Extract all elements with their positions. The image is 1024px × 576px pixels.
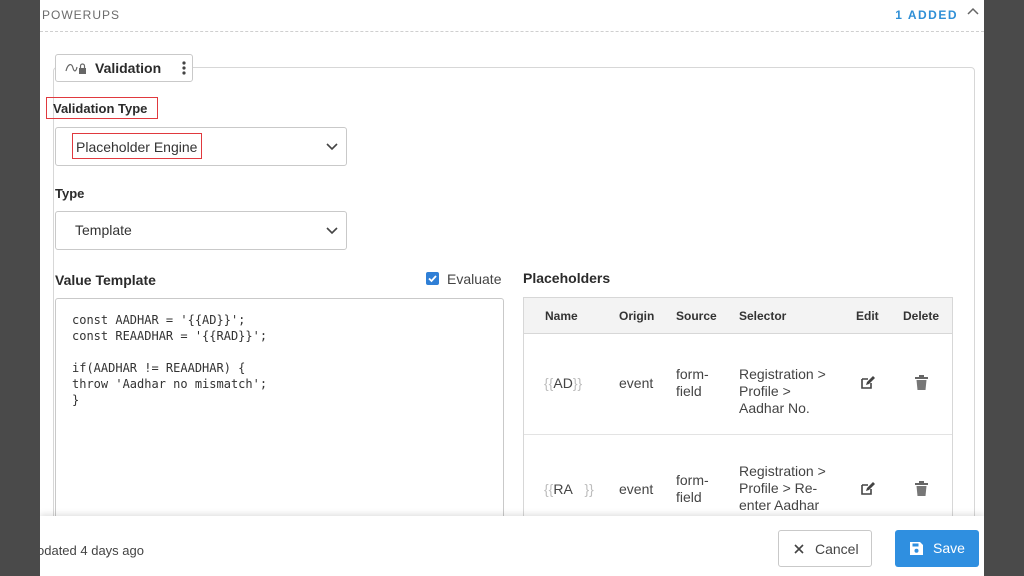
- trash-icon[interactable]: [915, 481, 928, 496]
- value-template-label: Value Template: [55, 272, 156, 288]
- code-line: }: [72, 393, 80, 407]
- placeholder-source: form-field: [676, 366, 709, 399]
- type-value: Template: [75, 222, 132, 238]
- column-name: Name: [545, 309, 578, 323]
- footer-bar: odated 4 days ago Cancel Save: [40, 516, 984, 576]
- table-row: {{AD}} event form-field Registration > Pr…: [524, 334, 952, 435]
- validation-type-select[interactable]: Placeholder Engine: [55, 127, 347, 166]
- edit-icon[interactable]: [860, 481, 875, 496]
- placeholder-name: {{RA }}: [544, 481, 594, 497]
- code-line: const REAADHAR = '{{RAD}}';: [72, 329, 268, 343]
- placeholders-table: Name Origin Source Selector Edit Delete …: [523, 297, 953, 549]
- validation-type-value: Placeholder Engine: [72, 133, 203, 159]
- placeholder-name: {{AD}}: [544, 375, 583, 391]
- code-line: const AADHAR = '{{AD}}';: [72, 313, 246, 327]
- updated-timestamp: odated 4 days ago: [40, 543, 144, 558]
- added-count: 1 ADDED: [895, 8, 958, 22]
- placeholder-selector: Registration > Profile > Re-enter Aadhar: [739, 463, 826, 513]
- cancel-label: Cancel: [815, 541, 859, 557]
- validation-chip[interactable]: Validation: [55, 54, 193, 82]
- chevron-down-icon: [326, 143, 338, 151]
- cancel-button[interactable]: Cancel: [778, 530, 872, 567]
- save-button[interactable]: Save: [895, 530, 979, 567]
- placeholders-title: Placeholders: [523, 270, 611, 286]
- validation-chip-title: Validation: [95, 60, 162, 76]
- powerups-title: POWERUPS: [42, 8, 121, 22]
- type-label: Type: [55, 186, 85, 201]
- column-selector: Selector: [739, 309, 787, 323]
- placeholder-source: form-field: [676, 472, 709, 505]
- trash-icon[interactable]: [915, 375, 928, 390]
- value-template-editor[interactable]: const AADHAR = '{{AD}}'; const REAADHAR …: [55, 298, 504, 540]
- placeholder-selector: Registration > Profile > Aadhar No.: [739, 366, 826, 416]
- edit-icon[interactable]: [860, 375, 875, 390]
- powerups-panel: POWERUPS 1 ADDED Validation Validation T…: [40, 0, 984, 576]
- evaluate-label: Evaluate: [447, 271, 502, 287]
- chevron-down-icon: [326, 227, 338, 235]
- chevron-up-icon[interactable]: [966, 5, 980, 19]
- code-line: throw 'Aadhar no mismatch';: [72, 377, 268, 391]
- column-source: Source: [676, 309, 717, 323]
- validation-lock-icon: [65, 63, 86, 74]
- code-line: if(AADHAR != REAADHAR) {: [72, 361, 246, 375]
- check-icon: [428, 275, 437, 283]
- type-select[interactable]: Template: [55, 211, 347, 250]
- validation-type-label: Validation Type: [46, 97, 158, 119]
- save-label: Save: [933, 540, 965, 556]
- placeholder-origin: event: [619, 375, 654, 391]
- close-icon: [794, 544, 804, 554]
- kebab-menu-icon[interactable]: [182, 60, 186, 76]
- save-disk-icon: [910, 542, 923, 555]
- placeholder-origin: event: [619, 481, 654, 497]
- column-edit: Edit: [856, 309, 879, 323]
- column-delete: Delete: [903, 309, 940, 323]
- table-header: Name Origin Source Selector Edit Delete: [524, 298, 952, 334]
- powerups-header[interactable]: POWERUPS 1 ADDED: [40, 0, 984, 32]
- column-origin: Origin: [619, 309, 655, 323]
- evaluate-checkbox[interactable]: [426, 272, 439, 285]
